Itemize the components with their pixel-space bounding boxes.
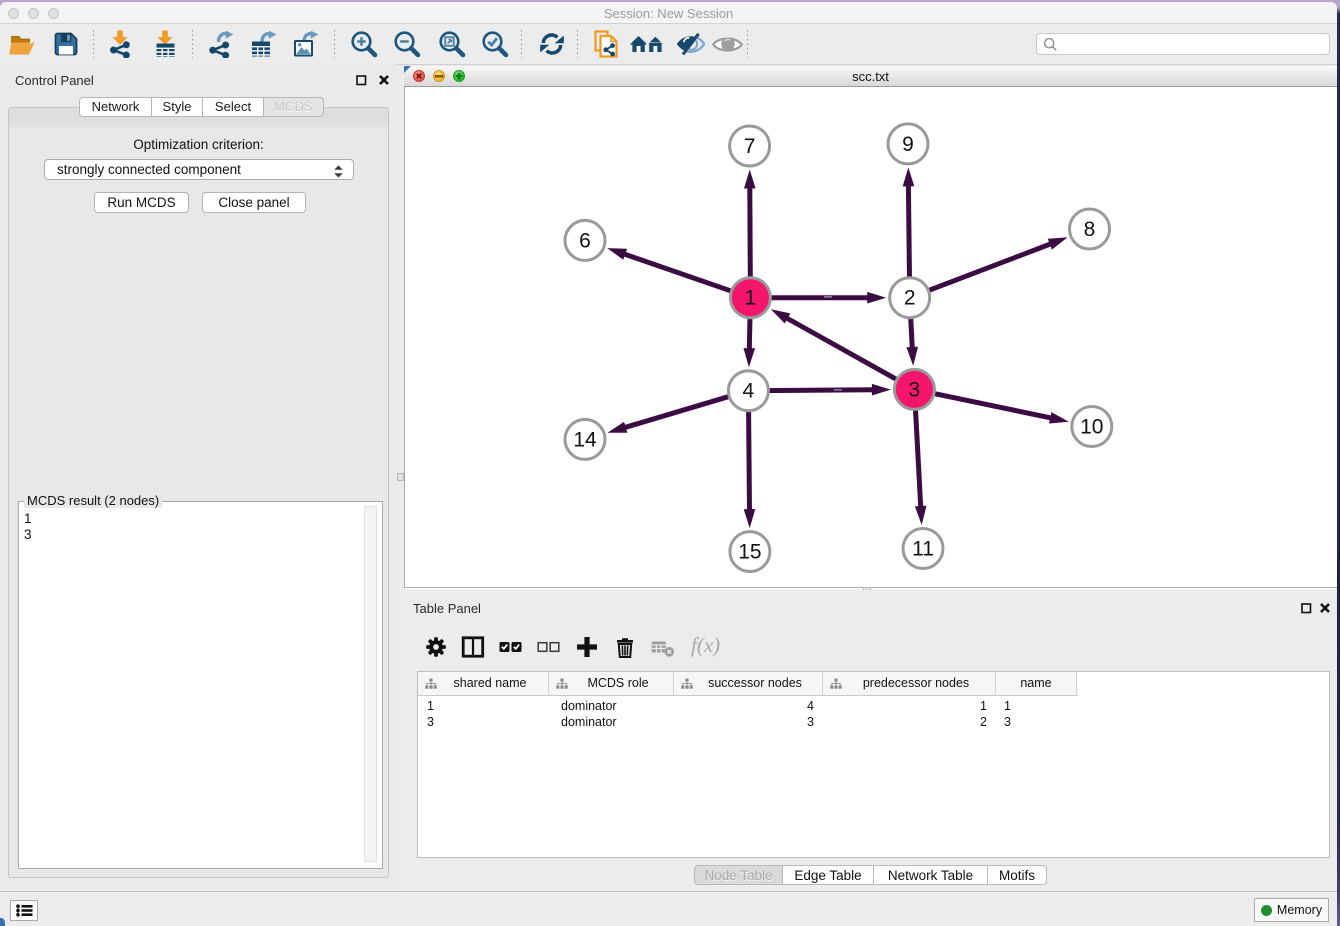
svg-text:3: 3 (909, 378, 921, 401)
svg-text:2: 2 (904, 287, 916, 310)
svg-text:9: 9 (902, 133, 914, 156)
svg-text:11: 11 (912, 538, 934, 561)
svg-text:8: 8 (1084, 218, 1096, 241)
svg-text:4: 4 (743, 380, 755, 403)
svg-text:1: 1 (745, 287, 757, 310)
svg-text:7: 7 (744, 135, 756, 158)
svg-text:6: 6 (579, 229, 591, 252)
svg-text:15: 15 (738, 541, 761, 564)
svg-text:14: 14 (573, 428, 597, 451)
svg-text:10: 10 (1080, 416, 1103, 439)
